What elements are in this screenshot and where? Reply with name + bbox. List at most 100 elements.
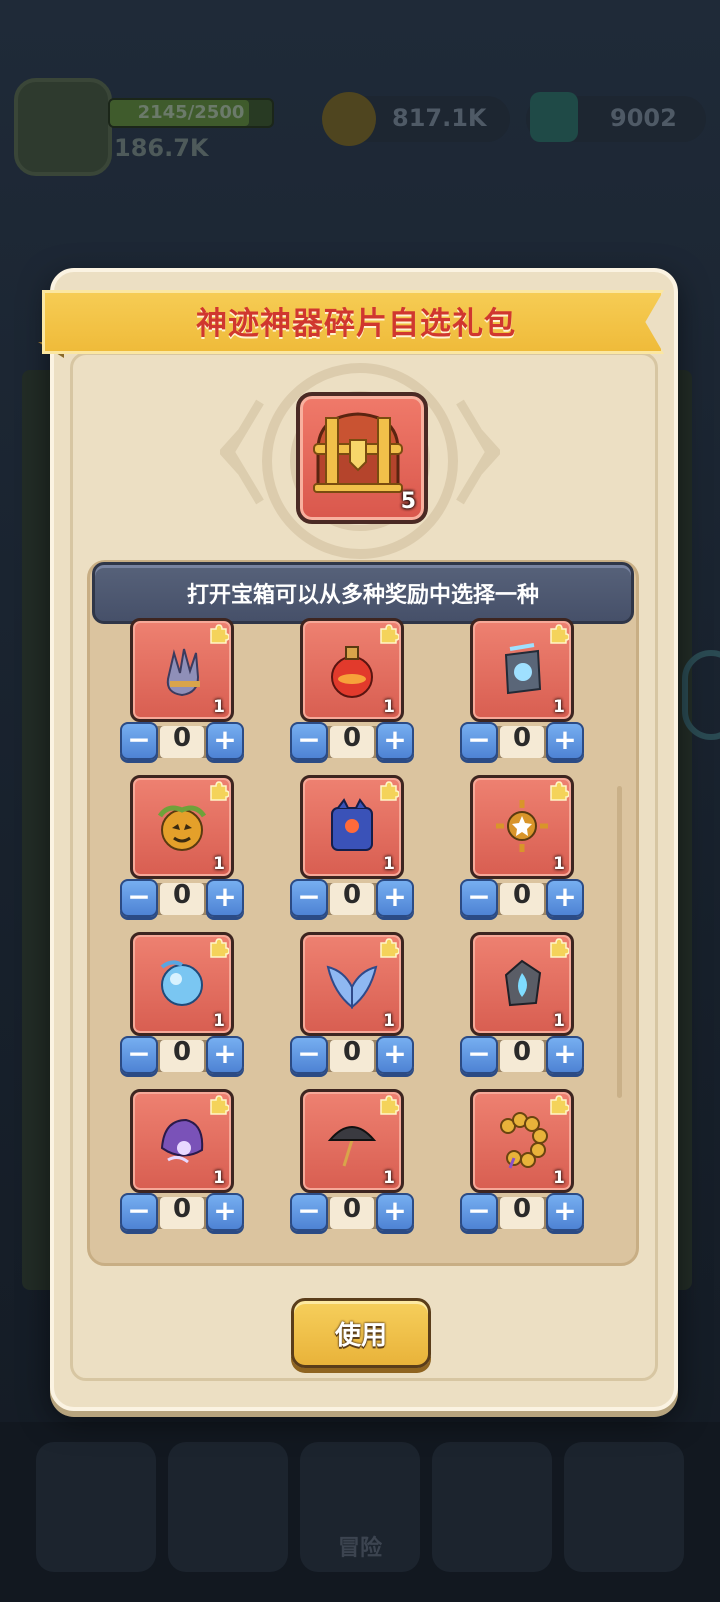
decrement-button[interactable]: − [120, 1036, 158, 1074]
reward-item-tile[interactable]: 1 [130, 1089, 234, 1193]
decrement-button[interactable]: − [120, 1193, 158, 1231]
quantity-value: 0 [512, 1037, 532, 1067]
gem-icon [530, 92, 578, 142]
puzzle-piece-icon [380, 624, 399, 644]
water-orb-icon [160, 960, 203, 1006]
increment-button[interactable]: + [546, 722, 584, 760]
reward-list-scrollbar[interactable] [617, 786, 622, 1098]
increment-button[interactable]: + [546, 1193, 584, 1231]
quantity-value: 0 [172, 1037, 192, 1067]
quantity-stepper: −0 + [460, 879, 584, 917]
reward-item-tile[interactable]: 1 [130, 932, 234, 1036]
quantity-stepper: −0 + [460, 1193, 584, 1231]
quantity-value: 0 [512, 723, 532, 753]
player-avatar [14, 78, 112, 176]
quantity-value: 0 [172, 1194, 192, 1224]
quantity-value: 0 [172, 880, 192, 910]
reward-item-tile[interactable]: 1 [300, 775, 404, 879]
reward-item: 1 −0 + [460, 932, 584, 1080]
increment-button[interactable]: + [206, 1193, 244, 1231]
decrement-button[interactable]: − [460, 879, 498, 917]
puzzle-piece-icon [380, 1095, 399, 1115]
decrement-button[interactable]: − [290, 879, 328, 917]
reward-item-tile[interactable]: 1 [300, 618, 404, 722]
decrement-button[interactable]: − [120, 879, 158, 917]
quantity-value: 0 [342, 723, 362, 753]
puzzle-piece-icon [210, 781, 229, 801]
title-ribbon: 神迹神器碎片自选礼包 [38, 290, 674, 360]
nav-trophy-button [564, 1442, 684, 1572]
clawed-gauntlet-icon [166, 648, 200, 697]
reward-item-tile[interactable]: 1 [470, 775, 574, 879]
increment-button[interactable]: + [376, 1036, 414, 1074]
pumpkin-orb-icon [157, 805, 207, 851]
decrement-button[interactable]: − [120, 722, 158, 760]
quantity-value: 0 [512, 1194, 532, 1224]
reward-item: 1 −0 + [120, 1089, 244, 1237]
reward-item-tile[interactable]: 1 [470, 1089, 574, 1193]
nav-adventure-button: 冒险 [300, 1442, 420, 1572]
reward-item: 1 −0 + [460, 618, 584, 766]
increment-button[interactable]: + [206, 1036, 244, 1074]
decrement-button[interactable]: − [460, 1193, 498, 1231]
reward-item-count: 1 [553, 1011, 565, 1031]
quantity-stepper: −0 + [290, 1036, 414, 1074]
puzzle-piece-icon [550, 1095, 569, 1115]
nav-shield-button [36, 1442, 156, 1572]
purple-shell-icon [160, 1118, 204, 1164]
decrement-button[interactable]: − [460, 1036, 498, 1074]
exp-bar: 2145/2500 [108, 98, 274, 128]
increment-button[interactable]: + [376, 722, 414, 760]
decrement-button[interactable]: − [290, 1193, 328, 1231]
quantity-value: 0 [172, 723, 192, 753]
reward-item: 1 −0 + [290, 618, 414, 766]
reward-item: 1 −0 + [120, 618, 244, 766]
ice-gauntlet-icon [504, 643, 542, 695]
puzzle-piece-icon [210, 938, 229, 958]
reward-item: 1 −0 + [290, 775, 414, 923]
increment-button[interactable]: + [376, 879, 414, 917]
quantity-stepper: −0 + [120, 879, 244, 917]
increment-button[interactable]: + [206, 722, 244, 760]
decrement-button[interactable]: − [290, 722, 328, 760]
reward-item-tile[interactable]: 1 [470, 932, 574, 1036]
blue-flame-stone-icon [504, 959, 542, 1007]
nav-helmet-button [168, 1442, 288, 1572]
increment-button[interactable]: + [546, 1036, 584, 1074]
increment-button[interactable]: + [546, 879, 584, 917]
reward-item-tile[interactable]: 1 [130, 618, 234, 722]
quantity-value: 0 [512, 880, 532, 910]
puzzle-piece-icon [550, 624, 569, 644]
dark-umbrella-icon [327, 1126, 377, 1167]
red-potion-icon [331, 646, 373, 698]
reward-item-tile[interactable]: 1 [300, 1089, 404, 1193]
decrement-button[interactable]: − [290, 1036, 328, 1074]
reward-item: 1 −0 + [290, 1089, 414, 1237]
reward-item-count: 1 [383, 1011, 395, 1031]
increment-button[interactable]: + [206, 879, 244, 917]
golden-beads-icon [500, 1112, 548, 1169]
reward-item-tile[interactable]: 1 [470, 618, 574, 722]
quantity-value: 0 [342, 1194, 362, 1224]
increment-button[interactable]: + [376, 1193, 414, 1231]
puzzle-piece-icon [380, 938, 399, 958]
quantity-value: 0 [342, 1037, 362, 1067]
reward-item-count: 1 [383, 854, 395, 874]
reward-item-tile[interactable]: 1 [130, 775, 234, 879]
reward-item: 1 −0 + [460, 1089, 584, 1237]
reward-item: 1 −0 + [120, 775, 244, 923]
quantity-value: 0 [342, 880, 362, 910]
quantity-stepper: −0 + [290, 1193, 414, 1231]
gold-counter: 817.1K [322, 92, 510, 146]
reward-item-tile[interactable]: 1 [300, 932, 404, 1036]
bottom-nav: 冒险 [0, 1422, 720, 1602]
decrement-button[interactable]: − [460, 722, 498, 760]
blue-demon-tome-icon [331, 798, 373, 851]
reward-item-count: 1 [213, 854, 225, 874]
reward-item-count: 1 [553, 697, 565, 717]
spirit-wings-icon [326, 965, 378, 1010]
reward-item-count: 1 [553, 854, 565, 874]
use-button[interactable]: 使用 [291, 1298, 431, 1368]
reward-item: 1 −0 + [120, 932, 244, 1080]
gold-value: 817.1K [392, 104, 487, 132]
